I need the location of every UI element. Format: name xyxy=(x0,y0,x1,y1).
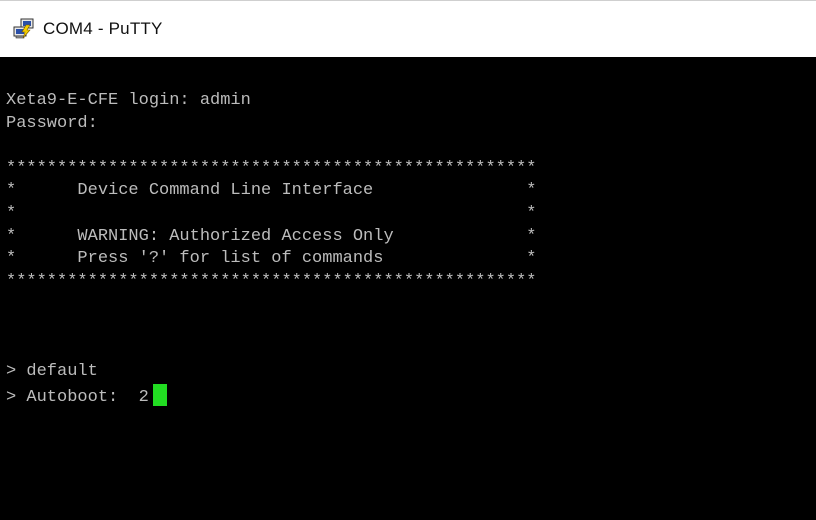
terminal-line: Password: xyxy=(6,113,98,133)
title-bar[interactable]: COM4 - PuTTY xyxy=(0,0,816,57)
terminal-line: > default xyxy=(6,362,98,382)
terminal-line: ****************************************… xyxy=(6,158,537,178)
prompt-line: > Autoboot: 2 xyxy=(6,383,537,407)
window-title: COM4 - PuTTY xyxy=(43,19,163,38)
terminal-output: Xeta9-E-CFE login: admin Password: *****… xyxy=(6,90,537,407)
terminal-line: * Press '?' for list of commands * xyxy=(6,249,537,269)
terminal-line: ****************************************… xyxy=(6,271,537,291)
putty-window: COM4 - PuTTY Xeta9-E-CFE login: admin Pa… xyxy=(0,0,816,520)
putty-icon xyxy=(13,18,34,39)
terminal-line: * WARNING: Authorized Access Only * xyxy=(6,226,537,246)
terminal-line: * Device Command Line Interface * xyxy=(6,181,537,201)
terminal-line: Xeta9-E-CFE login: admin xyxy=(6,91,251,110)
terminal-line: > Autoboot: 2 xyxy=(6,387,149,407)
terminal-cursor xyxy=(152,383,167,406)
terminal-line: * * xyxy=(6,203,537,223)
terminal-screen[interactable]: Xeta9-E-CFE login: admin Password: *****… xyxy=(0,57,816,520)
